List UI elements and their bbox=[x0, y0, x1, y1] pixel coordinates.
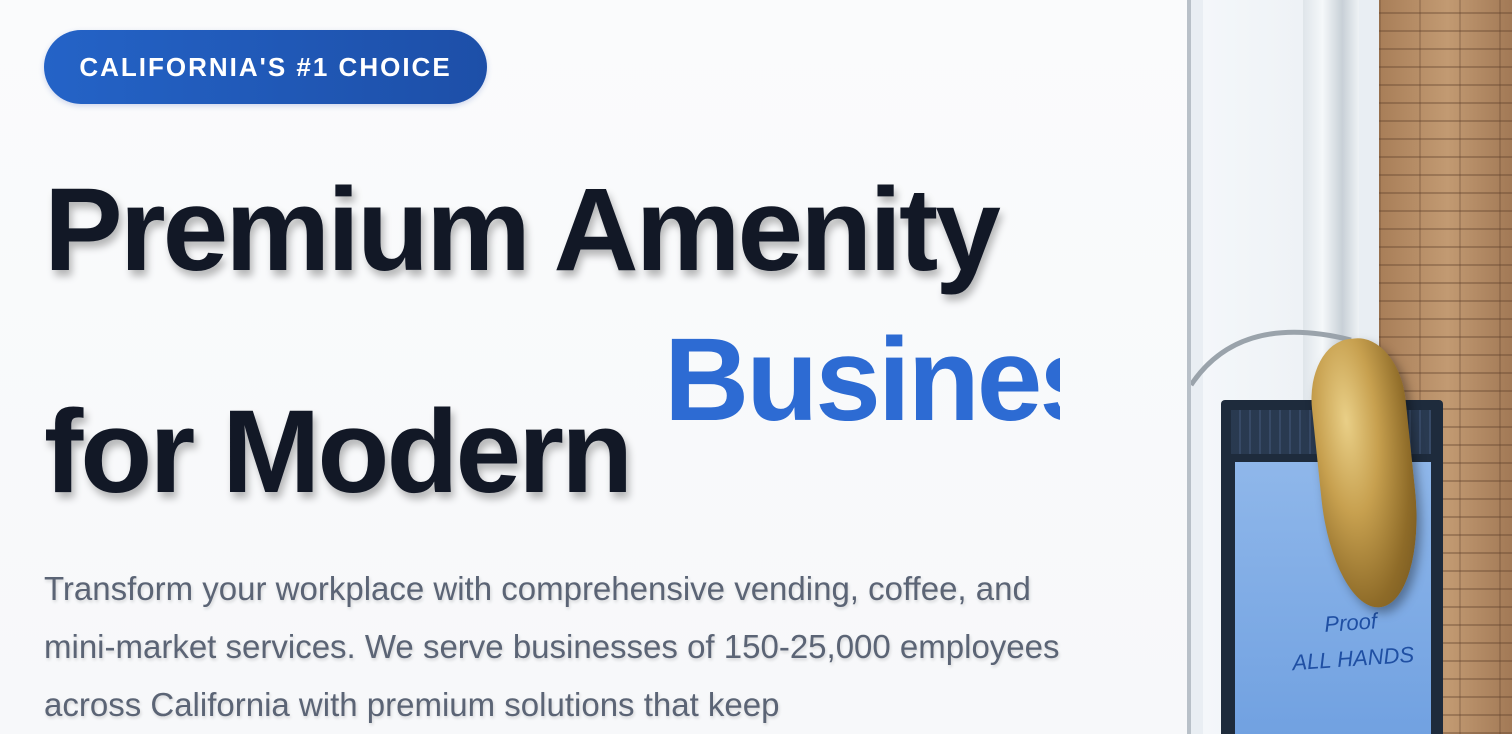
headline-accent-wrapper: Business bbox=[664, 310, 1060, 450]
headline-line-1: Premium Amenity bbox=[44, 164, 1001, 296]
hero-description: Transform your workplace with comprehens… bbox=[44, 570, 1060, 723]
hero-section: CALIFORNIA'S #1 CHOICE Premium Amenity B… bbox=[0, 0, 1512, 734]
hero-content: CALIFORNIA'S #1 CHOICE Premium Amenity B… bbox=[44, 0, 1064, 734]
headline-line-2: for Modern bbox=[44, 386, 633, 518]
hero-badge: CALIFORNIA'S #1 CHOICE bbox=[44, 30, 487, 104]
headline-accent-word: Business bbox=[664, 314, 1060, 446]
monitor-screen-text: Proof ALL HANDS bbox=[1289, 601, 1416, 681]
hero-image: Proof ALL HANDS bbox=[1187, 0, 1512, 734]
